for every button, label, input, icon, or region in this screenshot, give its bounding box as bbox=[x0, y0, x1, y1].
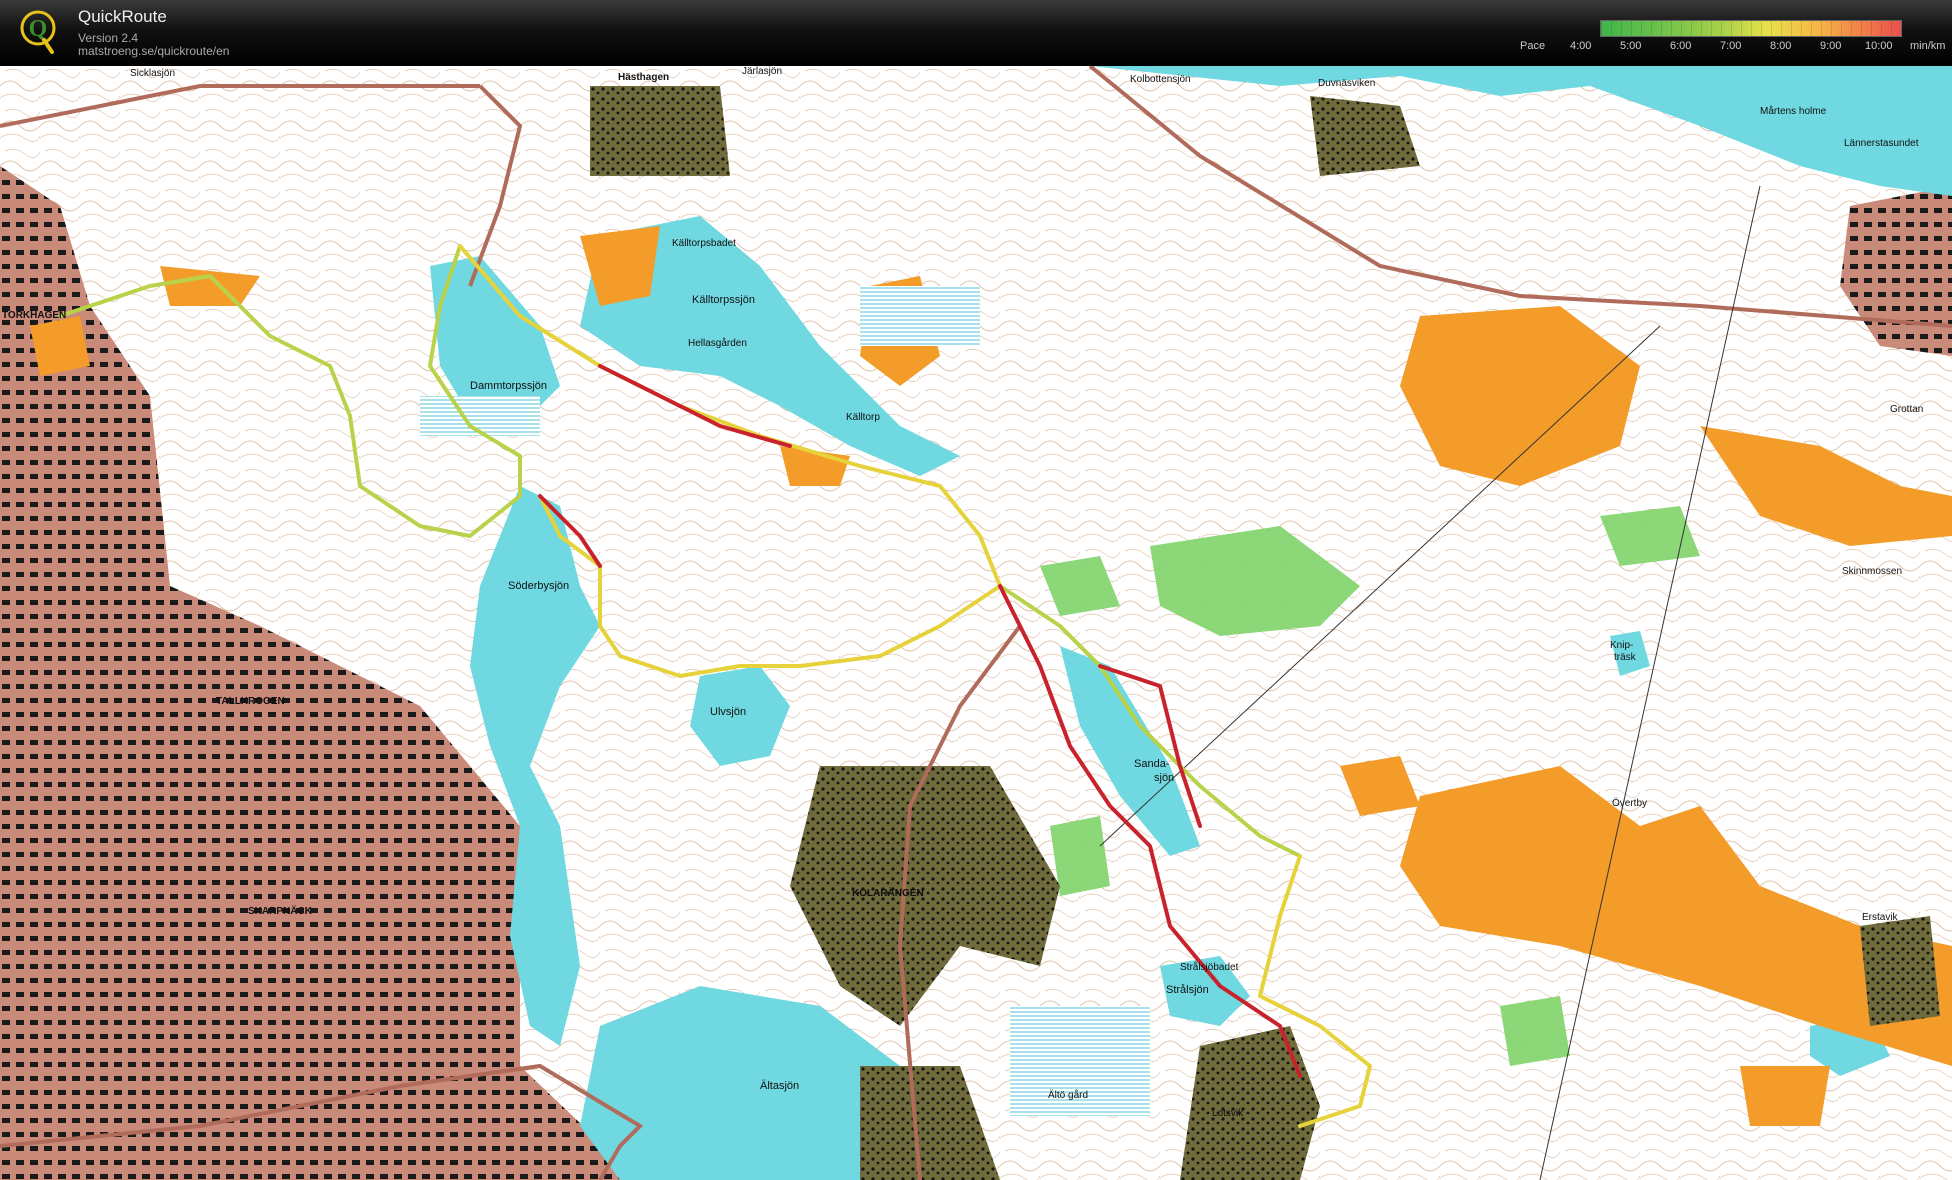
map-label: Lännerstasundet bbox=[1844, 138, 1919, 149]
app-header: Q QuickRoute Version 2.4 matstroeng.se/q… bbox=[0, 0, 1952, 66]
map-label: Hästhagen bbox=[618, 72, 670, 83]
pace-tick: 9:00 bbox=[1820, 40, 1842, 52]
app-title: QuickRoute bbox=[78, 7, 167, 26]
quickroute-logo-icon: Q bbox=[20, 10, 56, 54]
map-label: träsk bbox=[1614, 652, 1636, 663]
map-label: Mårtens holme bbox=[1760, 106, 1827, 117]
map-label: Grottan bbox=[1890, 404, 1924, 415]
pace-label: Pace bbox=[1520, 40, 1546, 52]
map-label: Dammtorpssjön bbox=[470, 380, 548, 392]
map-label: Erstavik bbox=[1862, 912, 1898, 923]
map-label: Källtorpssjön bbox=[692, 294, 755, 306]
map-label: Skinnmossen bbox=[1842, 566, 1903, 577]
pace-tick: 7:00 bbox=[1720, 40, 1742, 52]
map-label: Kolbottensjön bbox=[1130, 74, 1191, 85]
map-label: Källtorpsbadet bbox=[672, 238, 736, 249]
map-label: Söderbysjön bbox=[508, 580, 570, 592]
app-url: matstroeng.se/quickroute/en bbox=[78, 44, 230, 58]
map-label: Sicklasjön bbox=[130, 68, 176, 79]
map-label: Järlasjön bbox=[742, 66, 783, 77]
pace-tick: 4:00 bbox=[1570, 40, 1592, 52]
pace-tick: 8:00 bbox=[1770, 40, 1792, 52]
pace-tick: 10:00 bbox=[1865, 40, 1893, 52]
map-label: sjön bbox=[1154, 772, 1175, 784]
map-label: Ulvsjön bbox=[710, 706, 747, 718]
map-label: Källtorp bbox=[846, 412, 880, 423]
map-label: Strålsjön bbox=[1166, 984, 1209, 996]
pace-tick: 6:00 bbox=[1670, 40, 1692, 52]
map-label: Ältasjön bbox=[760, 1080, 800, 1092]
pace-color-scale bbox=[1600, 20, 1902, 37]
map-label: TALLKROGEN bbox=[216, 696, 285, 707]
map-label: Hellasgården bbox=[688, 338, 747, 349]
map-canvas[interactable] bbox=[0, 66, 1952, 1180]
map-label: Strålsjöbadet bbox=[1180, 962, 1239, 973]
map-label: Duvnäsviken bbox=[1318, 78, 1376, 89]
map-label: Knip- bbox=[1610, 640, 1634, 651]
map-label: TORKHAGEN bbox=[2, 310, 67, 321]
map-label: SKARPNÄCK bbox=[248, 906, 312, 917]
map-label: Övertby bbox=[1612, 798, 1648, 809]
pace-unit: min/km bbox=[1910, 40, 1946, 52]
map-label: KOLARÄNGEN bbox=[852, 888, 924, 899]
pace-tick: 5:00 bbox=[1620, 40, 1642, 52]
app-version: Version 2.4 bbox=[78, 31, 139, 45]
map-label: Ältö gård bbox=[1048, 1090, 1089, 1101]
map-label: Sanda- bbox=[1134, 758, 1170, 770]
pace-legend: Pace 4:00 5:00 6:00 7:00 8:00 9:00 10:00… bbox=[1512, 0, 1952, 66]
map-label: Lotsvik bbox=[1212, 1108, 1244, 1119]
orienteering-map[interactable]: Sicklasjön Hästhagen Järlasjön Kolbotten… bbox=[0, 66, 1952, 1180]
